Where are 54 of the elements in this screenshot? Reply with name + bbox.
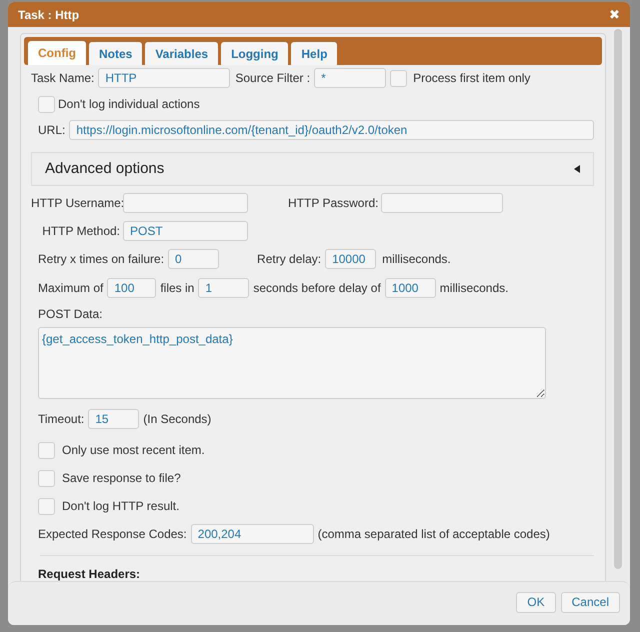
checkbox[interactable] (390, 70, 408, 86)
input-field[interactable]: 0 (168, 249, 220, 269)
tab[interactable]: Variables (145, 42, 218, 65)
tab[interactable]: Logging (221, 42, 288, 65)
field-label: Save response to file? (62, 470, 181, 487)
field-label: files in (160, 280, 194, 297)
input-field[interactable]: HTTP (98, 68, 230, 88)
field-label: milliseconds. (440, 280, 508, 297)
field-label: HTTP Method: (41, 223, 120, 240)
field-label: Maximum of (38, 280, 104, 297)
field-label: milliseconds. (382, 251, 451, 268)
checkbox[interactable] (38, 442, 55, 458)
input-field[interactable]: 1000 (384, 278, 436, 298)
field-label: (comma separated list of acceptable codes) (318, 526, 550, 543)
field-label: Don't log individual actions (58, 96, 200, 113)
window-title: Task : Http (18, 6, 80, 24)
field-label: Task Name: (31, 70, 94, 87)
checkbox[interactable] (38, 96, 55, 112)
tab[interactable]: Config (28, 41, 86, 65)
field-label: Only use most recent item. (62, 442, 205, 459)
field-label: Retry x times on failure: (38, 251, 164, 268)
field-label: HTTP Password: (288, 195, 378, 212)
dialog-button[interactable]: Cancel (560, 592, 620, 612)
field-label: Expected Response Codes: (38, 526, 187, 543)
field-label: Source Filter : (235, 70, 310, 87)
input-field[interactable]: * (314, 68, 386, 88)
dialog-button[interactable]: OK (516, 592, 556, 612)
scrollbar[interactable] (614, 29, 622, 569)
field-label: Timeout: (38, 411, 84, 428)
input-field[interactable]: 1 (198, 278, 250, 298)
field-label: URL: (38, 122, 66, 139)
checkbox[interactable] (38, 498, 55, 514)
input-field[interactable]: 15 (88, 409, 140, 429)
input-field[interactable]: POST (123, 221, 248, 241)
field-label: Retry delay: (257, 251, 322, 268)
field-label: Don't log HTTP result. (62, 498, 180, 515)
checkbox[interactable] (38, 470, 55, 486)
text-area[interactable]: {get_access_token_http_post_data} (38, 327, 546, 399)
input-field[interactable]: 10000 (325, 249, 376, 269)
input-field[interactable]: 100 (107, 278, 156, 298)
accordion-header[interactable]: Advanced options (31, 152, 594, 186)
input-field[interactable]: https://login.microsoftonline.com/{tenant_id}/oauth2/v2.0/token (69, 120, 594, 140)
input-field[interactable] (381, 193, 504, 213)
field-label: seconds before delay of (253, 280, 381, 297)
tab[interactable]: Help (291, 42, 338, 65)
field-label: (In Seconds) (143, 411, 212, 428)
field-label: POST Data: (38, 307, 102, 321)
section-heading: Request Headers: (37, 566, 142, 583)
close-button[interactable]: ✖ (609, 8, 620, 21)
input-field[interactable] (123, 193, 248, 213)
caret-icon (574, 165, 580, 173)
field-label: Process first item only (413, 70, 530, 87)
input-field[interactable]: 200,204 (190, 524, 314, 544)
tab[interactable]: Notes (89, 42, 142, 65)
